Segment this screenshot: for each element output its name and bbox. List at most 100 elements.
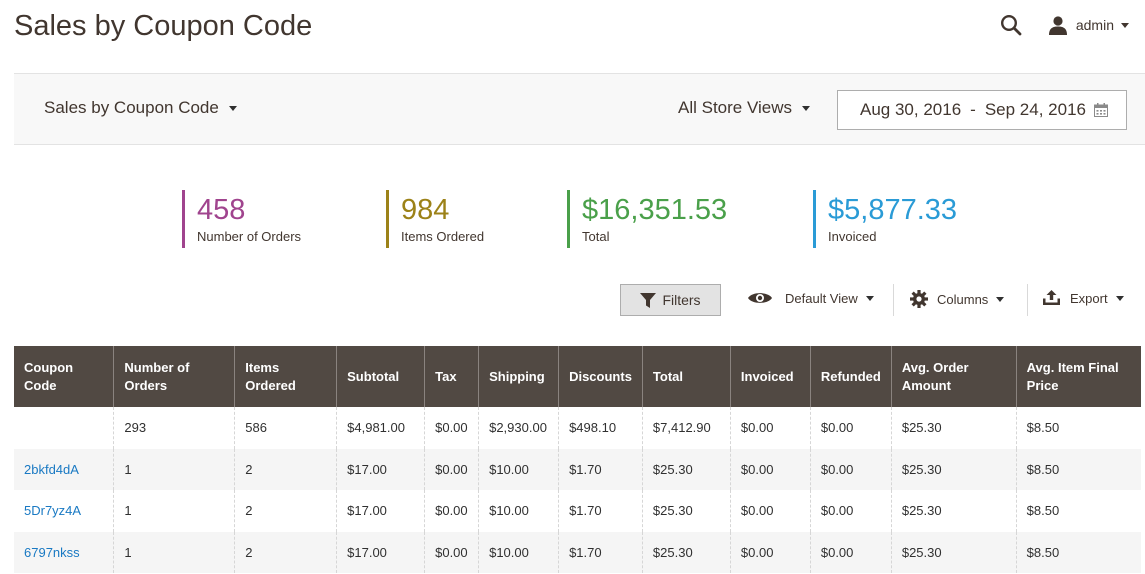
table-cell: $0.00 — [424, 448, 479, 490]
table-cell: $0.00 — [729, 448, 811, 490]
search-button[interactable] — [998, 12, 1024, 38]
export-control[interactable]: Export — [1043, 290, 1124, 306]
eye-icon — [748, 293, 772, 303]
table-cell: $2,930.00 — [478, 407, 559, 449]
table-cell: 2 — [234, 490, 337, 532]
view-switcher[interactable]: Default View — [747, 290, 874, 306]
table-header-row: Coupon Code Number of Orders Items Order… — [14, 346, 1141, 407]
table-cell: 293 — [113, 407, 235, 449]
table-cell: $0.00 — [729, 490, 811, 532]
search-icon — [1000, 14, 1022, 36]
filter-icon — [640, 292, 657, 308]
chevron-down-icon — [865, 295, 874, 301]
filters-label: Filters — [662, 292, 701, 308]
table-cell: $25.30 — [890, 407, 1017, 449]
report-switcher[interactable]: Sales by Coupon Code — [44, 98, 237, 118]
chevron-down-icon — [228, 105, 237, 111]
columns-label: Columns — [937, 291, 989, 307]
column-header[interactable]: Invoiced — [729, 346, 811, 407]
date-to: Sep 24, 2016 — [984, 100, 1086, 119]
coupon-report-table: Coupon Code Number of Orders Items Order… — [14, 346, 1141, 573]
column-header[interactable]: Refunded — [809, 346, 892, 407]
table-cell: $0.00 — [729, 531, 811, 573]
chevron-down-icon — [996, 296, 1005, 302]
column-header[interactable]: Discounts — [558, 346, 643, 407]
metrics-summary: 458 Number of Orders 984 Items Ordered $… — [0, 190, 1145, 248]
user-menu[interactable]: admin — [1048, 15, 1129, 35]
table-cell: $10.00 — [478, 448, 559, 490]
table-cell: 6797nkss — [14, 531, 114, 573]
table-cell: $25.30 — [641, 531, 731, 573]
metric-orders: 458 Number of Orders — [182, 190, 301, 248]
table-cell: $17.00 — [336, 448, 425, 490]
table-cell: $8.50 — [1015, 531, 1141, 573]
gear-icon — [910, 290, 928, 308]
table-cell: $17.00 — [336, 531, 425, 573]
metric-items: 984 Items Ordered — [386, 190, 484, 248]
column-header[interactable]: Items Ordered — [234, 346, 337, 407]
metric-label: Number of Orders — [197, 229, 302, 244]
date-range-picker[interactable]: Aug 30, 2016 - Sep 24, 2016 — [837, 90, 1127, 130]
column-header[interactable]: Coupon Code — [14, 346, 114, 407]
coupon-code-link[interactable]: 6797nkss — [24, 545, 80, 560]
table-cell: $8.50 — [1015, 490, 1141, 532]
column-header[interactable]: Shipping — [478, 346, 559, 407]
column-header[interactable]: Total — [641, 346, 731, 407]
metric-value: $5,877.33 — [828, 194, 958, 226]
column-header[interactable]: Subtotal — [336, 346, 425, 407]
export-icon — [1043, 290, 1060, 305]
table-cell: $0.00 — [424, 490, 479, 532]
filters-button[interactable]: Filters — [620, 284, 721, 316]
table-cell: $0.00 — [424, 407, 479, 449]
table-cell: $17.00 — [336, 490, 425, 532]
table-cell: $25.30 — [890, 448, 1017, 490]
column-header[interactable]: Avg. Order Amount — [890, 346, 1017, 407]
metric-label: Total — [582, 229, 610, 244]
metric-total: $16,351.53 Total — [567, 190, 727, 248]
table-cell: 1 — [113, 448, 235, 490]
table-cell: $498.10 — [558, 407, 643, 449]
chevron-down-icon — [1121, 22, 1129, 28]
table-cell: 2bkfd4dA — [14, 448, 114, 490]
user-icon — [1048, 16, 1067, 35]
view-label: Default View — [785, 290, 858, 306]
table-cell: $0.00 — [809, 490, 892, 532]
table-row: 5Dr7yz4A 1 2 $17.00 $0.00 $10.00 $1.70 $… — [14, 490, 1141, 532]
table-cell: $7,412.90 — [641, 407, 731, 449]
metric-label: Items Ordered — [401, 229, 485, 244]
metric-value: 458 — [197, 194, 246, 226]
table-cell: 2 — [234, 448, 337, 490]
user-name: admin — [1075, 17, 1114, 33]
calendar-icon[interactable] — [1094, 103, 1108, 117]
column-header[interactable]: Number of Orders — [113, 346, 235, 407]
table-cell: $8.50 — [1015, 448, 1141, 490]
table-cell: 5Dr7yz4A — [14, 490, 114, 532]
table-cell: $0.00 — [809, 531, 892, 573]
header-actions: admin — [998, 10, 1129, 40]
table-cell: $0.00 — [809, 407, 892, 449]
export-label: Export — [1070, 290, 1108, 306]
column-header[interactable]: Avg. Item Final Price — [1015, 346, 1141, 407]
table-cell: 1 — [113, 531, 235, 573]
metric-value: 984 — [401, 194, 450, 226]
columns-control[interactable]: Columns — [910, 290, 1005, 308]
chevron-down-icon — [1115, 295, 1124, 301]
table-row: 293 586 $4,981.00 $0.00 $2,930.00 $498.1… — [14, 407, 1141, 449]
table-cell: 1 — [113, 490, 235, 532]
coupon-code-link[interactable]: 5Dr7yz4A — [24, 503, 81, 518]
grid-toolbar: Filters Default View Columns Export — [0, 284, 1145, 318]
date-separator: - — [970, 100, 976, 119]
coupon-code-link[interactable]: 2bkfd4dA — [24, 462, 79, 477]
toolbar-divider — [1027, 284, 1028, 316]
table-cell: $0.00 — [809, 448, 892, 490]
table-cell: $10.00 — [478, 531, 559, 573]
table-cell: $4,981.00 — [336, 407, 425, 449]
table-cell: $0.00 — [424, 531, 479, 573]
store-view-switcher[interactable]: All Store Views — [678, 98, 811, 118]
table-cell: $1.70 — [558, 531, 643, 573]
table-cell: $0.00 — [729, 407, 811, 449]
metric-invoiced: $5,877.33 Invoiced — [813, 190, 957, 248]
column-header[interactable]: Tax — [424, 346, 479, 407]
table-cell — [14, 407, 114, 449]
table-row: 2bkfd4dA 1 2 $17.00 $0.00 $10.00 $1.70 $… — [14, 448, 1141, 490]
